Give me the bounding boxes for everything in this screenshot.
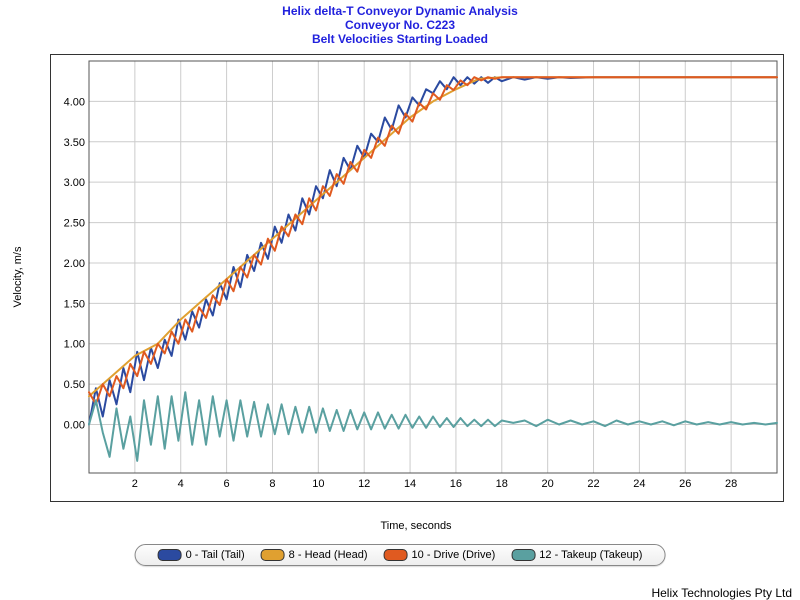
legend-item: 10 - Drive (Drive)	[384, 549, 496, 561]
footer-text: Helix Technologies Pty Ltd	[651, 586, 792, 600]
legend-label: 0 - Tail (Tail)	[186, 549, 245, 561]
svg-text:18: 18	[496, 478, 508, 490]
legend-swatch	[261, 549, 285, 561]
legend-item: 0 - Tail (Tail)	[158, 549, 245, 561]
chart-title-2: Conveyor No. C223	[0, 18, 800, 32]
legend-swatch	[384, 549, 408, 561]
x-axis-label: Time, seconds	[50, 520, 782, 532]
legend-label: 12 - Takeup (Takeup)	[539, 549, 642, 561]
svg-text:6: 6	[224, 478, 230, 490]
svg-text:0.50: 0.50	[64, 379, 85, 391]
chart-title-1: Helix delta-T Conveyor Dynamic Analysis	[0, 4, 800, 18]
svg-text:3.50: 3.50	[64, 137, 85, 149]
svg-text:8: 8	[269, 478, 275, 490]
legend-label: 10 - Drive (Drive)	[412, 549, 496, 561]
legend-swatch	[511, 549, 535, 561]
svg-text:0.00: 0.00	[64, 420, 85, 432]
svg-text:24: 24	[633, 478, 645, 490]
svg-text:3.00: 3.00	[64, 177, 85, 189]
legend-item: 12 - Takeup (Takeup)	[511, 549, 642, 561]
svg-text:1.00: 1.00	[64, 339, 85, 351]
legend-label: 8 - Head (Head)	[289, 549, 368, 561]
svg-text:22: 22	[587, 478, 599, 490]
plot-area: 0.000.501.001.502.002.503.003.504.002468…	[50, 54, 784, 502]
svg-text:4.00: 4.00	[64, 96, 85, 108]
svg-text:1.50: 1.50	[64, 298, 85, 310]
legend-item: 8 - Head (Head)	[261, 549, 368, 561]
svg-text:28: 28	[725, 478, 737, 490]
svg-text:14: 14	[404, 478, 416, 490]
svg-text:2.50: 2.50	[64, 218, 85, 230]
svg-text:2: 2	[132, 478, 138, 490]
svg-text:26: 26	[679, 478, 691, 490]
svg-text:10: 10	[312, 478, 324, 490]
svg-text:12: 12	[358, 478, 370, 490]
y-axis-label: Velocity, m/s	[12, 54, 26, 500]
svg-text:20: 20	[542, 478, 554, 490]
legend: 0 - Tail (Tail) 8 - Head (Head) 10 - Drive…	[135, 544, 666, 566]
chart-svg: 0.000.501.001.502.002.503.003.504.002468…	[51, 55, 783, 501]
svg-text:16: 16	[450, 478, 462, 490]
legend-swatch	[158, 549, 182, 561]
chart-title-3: Belt Velocities Starting Loaded	[0, 32, 800, 46]
svg-text:2.00: 2.00	[64, 258, 85, 270]
svg-text:4: 4	[178, 478, 184, 490]
